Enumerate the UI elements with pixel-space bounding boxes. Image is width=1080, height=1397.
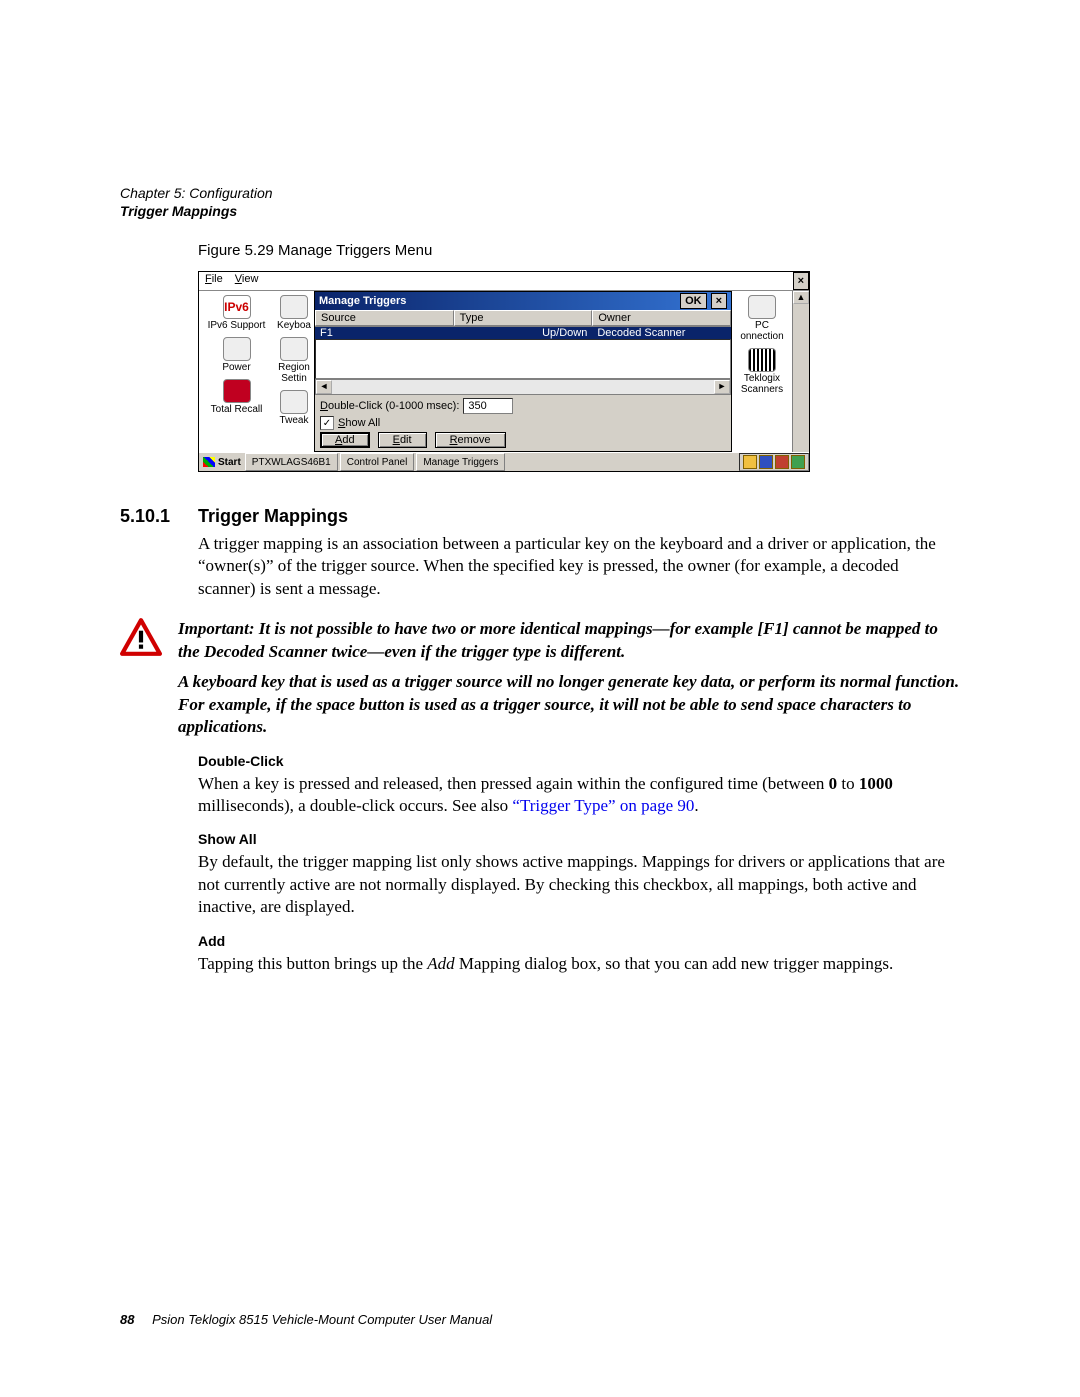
section-title: Trigger Mappings	[198, 506, 348, 527]
page-number: 88	[120, 1312, 134, 1327]
icon-keyboard[interactable]: Keyboa	[274, 295, 314, 331]
desktop-icons-col2: Keyboa Region Settin Tweak	[274, 291, 314, 452]
trigger-list-header: Source Type Owner	[315, 310, 731, 327]
ipv6-icon: IPv6	[223, 295, 251, 319]
icon-pc-connection[interactable]: PC onnection	[732, 295, 792, 342]
scroll-track[interactable]	[332, 380, 714, 394]
trigger-type-link[interactable]: “Trigger Type” on page 90	[512, 796, 694, 815]
icon-teklogix-scanners[interactable]: Teklogix Scanners	[732, 348, 792, 395]
important-p1: It is not possible to have two or more i…	[178, 619, 938, 660]
important-p2: A keyboard key that is used as a trigger…	[178, 671, 960, 738]
cell-type: Up/Down	[454, 327, 593, 339]
outer-vscroll[interactable]: ▲	[792, 291, 809, 452]
cell-source: F1	[315, 327, 454, 339]
icon-regional[interactable]: Region Settin	[274, 337, 314, 384]
icon-total-recall[interactable]: Total Recall	[199, 379, 274, 415]
section-intro: A trigger mapping is an association betw…	[198, 533, 960, 600]
pc-connection-icon	[748, 295, 776, 319]
remove-button[interactable]: Remove	[435, 432, 506, 448]
col-owner[interactable]: Owner	[592, 310, 731, 326]
taskbar-item-3[interactable]: Manage Triggers	[416, 453, 505, 471]
chapter-header: Chapter 5: Configuration Trigger Mapping…	[120, 185, 960, 220]
menu-view[interactable]: View	[229, 272, 265, 290]
tray-icon[interactable]	[743, 455, 757, 469]
add-paragraph: Tapping this button brings up the Add Ma…	[198, 953, 960, 975]
trigger-list-empty	[315, 339, 731, 379]
power-icon	[223, 337, 251, 361]
double-click-paragraph: When a key is pressed and released, then…	[198, 773, 960, 818]
menu-file[interactable]: File	[199, 272, 229, 290]
start-button[interactable]: Start	[199, 453, 245, 471]
dialog-ok-button[interactable]: OK	[680, 293, 707, 309]
icon-ipv6[interactable]: IPv6 IPv6 Support	[199, 295, 274, 331]
edit-button[interactable]: Edit	[378, 432, 427, 448]
menubar: File View ×	[199, 272, 809, 291]
page-footer: 88 Psion Teklogix 8515 Vehicle-Mount Com…	[120, 1312, 492, 1327]
desktop-icons-col1: IPv6 IPv6 Support Power Total Recall	[199, 291, 274, 452]
subheading-add: Add	[198, 933, 960, 949]
screenshot-figure: File View × IPv6 IPv6 Support Power Tota	[198, 271, 810, 472]
dialog-close-button[interactable]: ×	[711, 293, 727, 309]
dialog-title: Manage Triggers	[319, 295, 406, 307]
add-button[interactable]: Add	[320, 432, 370, 448]
tray-icon[interactable]	[791, 455, 805, 469]
trigger-list-row[interactable]: F1 Up/Down Decoded Scanner	[315, 327, 731, 339]
manage-triggers-dialog: Manage Triggers OK × Source Type Owner F…	[314, 291, 732, 452]
regional-icon	[280, 337, 308, 361]
windows-flag-icon	[203, 457, 215, 467]
important-note: Important: It is not possible to have tw…	[120, 618, 960, 738]
taskbar-item-1[interactable]: PTXWLAGS46B1	[245, 453, 338, 471]
cell-owner: Decoded Scanner	[592, 327, 731, 339]
showall-checkbox[interactable]: ✓	[320, 416, 334, 430]
chapter-line: Chapter 5: Configuration	[120, 185, 960, 203]
scroll-left-icon[interactable]: ◄	[316, 380, 332, 394]
list-hscroll[interactable]: ◄ ►	[315, 379, 731, 395]
section-number: 5.10.1	[120, 506, 198, 527]
icon-power[interactable]: Power	[199, 337, 274, 373]
tray-icon[interactable]	[775, 455, 789, 469]
col-type[interactable]: Type	[454, 310, 593, 326]
taskbar: Start PTXWLAGS46B1 Control Panel Manage …	[199, 452, 809, 471]
tray-icon[interactable]	[759, 455, 773, 469]
barcode-icon	[748, 348, 776, 372]
warning-icon	[120, 618, 162, 656]
outer-close-button[interactable]: ×	[793, 272, 809, 290]
icon-tweak[interactable]: Tweak	[274, 390, 314, 426]
header-section-line: Trigger Mappings	[120, 203, 960, 221]
footer-text: Psion Teklogix 8515 Vehicle-Mount Comput…	[152, 1312, 492, 1327]
showall-label: Show All	[338, 417, 380, 429]
doubleclick-input[interactable]	[463, 398, 513, 414]
col-source[interactable]: Source	[315, 310, 454, 326]
dialog-titlebar: Manage Triggers OK ×	[315, 292, 731, 310]
desktop-icons-right: PC onnection Teklogix Scanners	[732, 291, 792, 452]
scroll-up-icon[interactable]: ▲	[793, 291, 809, 304]
taskbar-item-2[interactable]: Control Panel	[340, 453, 415, 471]
important-label: Important:	[178, 619, 255, 638]
tweak-icon	[280, 390, 308, 414]
subheading-double-click: Double-Click	[198, 753, 960, 769]
figure-caption: Figure 5.29 Manage Triggers Menu	[198, 242, 960, 259]
scroll-right-icon[interactable]: ►	[714, 380, 730, 394]
doubleclick-label: Double-Click (0-1000 msec):	[320, 400, 459, 412]
keyboard-icon	[280, 295, 308, 319]
show-all-paragraph: By default, the trigger mapping list onl…	[198, 851, 960, 918]
section-heading: 5.10.1 Trigger Mappings	[120, 506, 960, 527]
total-recall-icon	[223, 379, 251, 403]
system-tray	[739, 453, 809, 471]
subheading-show-all: Show All	[198, 831, 960, 847]
